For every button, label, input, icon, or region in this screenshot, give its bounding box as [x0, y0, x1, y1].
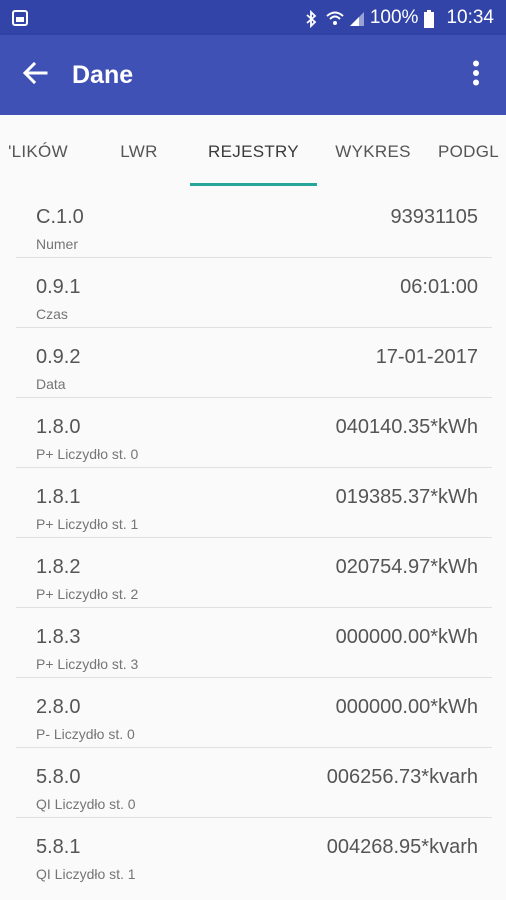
register-value: 006256.73*kvarh — [326, 766, 478, 788]
register-code: 5.8.0 — [36, 766, 81, 788]
register-code: 1.8.1 — [36, 486, 81, 508]
register-description: Czas — [36, 306, 68, 322]
bluetooth-icon — [304, 9, 320, 28]
list-item[interactable]: 0.9.2 Data 17-01-2017 — [16, 328, 492, 398]
register-value: 020754.97*kWh — [335, 556, 478, 578]
register-value: 000000.00*kWh — [335, 696, 478, 718]
battery-percent: 100% — [369, 6, 419, 28]
register-value: 019385.37*kWh — [335, 486, 478, 508]
tab-podglad[interactable]: PODGL — [438, 115, 506, 188]
list-item[interactable]: C.1.0 Numer 93931105 — [16, 188, 492, 258]
tab-bar: 'LIKÓW LWR REJESTRY WYKRES PODGL — [0, 115, 506, 188]
overflow-menu-button[interactable] — [464, 55, 488, 95]
page-title: Dane — [72, 60, 134, 89]
gallery-notification-icon — [12, 9, 28, 26]
list-item[interactable]: 1.8.2 P+ Liczydło st. 2 020754.97*kWh — [16, 538, 492, 608]
register-description: P- Liczydło st. 0 — [36, 726, 135, 742]
tab-rejestry[interactable]: REJESTRY — [190, 115, 317, 188]
register-value: 004268.95*kvarh — [326, 836, 478, 858]
tab-label: LWR — [120, 141, 158, 161]
tab-label: WYKRES — [335, 141, 411, 161]
register-description: Data — [36, 376, 66, 392]
register-description: QI Liczydło st. 1 — [36, 866, 136, 882]
app-bar: Dane — [0, 35, 506, 115]
list-item[interactable]: 1.8.3 P+ Liczydło st. 3 000000.00*kWh — [16, 608, 492, 678]
register-value: 06:01:00 — [400, 276, 478, 298]
list-item[interactable]: 5.8.1 QI Liczydło st. 1 004268.95*kvarh — [16, 818, 492, 888]
tab-pliki[interactable]: 'LIKÓW — [0, 115, 78, 188]
register-value: 93931105 — [390, 206, 479, 228]
register-code: C.1.0 — [36, 206, 84, 228]
register-code: 2.8.0 — [36, 696, 81, 718]
more-vert-icon — [472, 60, 480, 91]
back-button[interactable] — [20, 60, 50, 90]
list-item[interactable]: 2.8.0 P- Liczydło st. 0 000000.00*kWh — [16, 678, 492, 748]
register-code: 0.9.2 — [36, 346, 81, 368]
tab-label: 'LIKÓW — [8, 141, 68, 161]
register-description: QI Liczydło st. 0 — [36, 796, 136, 812]
clock: 10:34 — [446, 6, 494, 28]
register-description: P+ Liczydło st. 1 — [36, 516, 139, 532]
register-value: 040140.35*kWh — [335, 416, 478, 438]
register-description: P+ Liczydło st. 0 — [36, 446, 139, 462]
register-code: 1.8.3 — [36, 626, 81, 648]
register-code: 5.8.1 — [36, 836, 81, 858]
register-code: 1.8.2 — [36, 556, 81, 578]
list-item[interactable]: 1.8.0 P+ Liczydło st. 0 040140.35*kWh — [16, 398, 492, 468]
list-item[interactable]: 1.8.1 P+ Liczydło st. 1 019385.37*kWh — [16, 468, 492, 538]
register-description: P+ Liczydło st. 2 — [36, 586, 139, 602]
tab-lwr[interactable]: LWR — [100, 115, 178, 188]
register-code: 1.8.0 — [36, 416, 81, 438]
list-item[interactable]: 0.9.1 Czas 06:01:00 — [16, 258, 492, 328]
arrow-back-icon — [22, 61, 48, 90]
wifi-icon — [326, 10, 344, 26]
register-value: 000000.00*kWh — [335, 626, 478, 648]
register-value: 17-01-2017 — [375, 346, 478, 368]
register-description: Numer — [36, 236, 79, 252]
battery-icon — [424, 9, 440, 28]
register-list: C.1.0 Numer 93931105 0.9.1 Czas 06:01:00… — [16, 188, 492, 888]
list-item[interactable]: 5.8.0 QI Liczydło st. 0 006256.73*kvarh — [16, 748, 492, 818]
active-tab-indicator — [190, 183, 317, 186]
status-bar: 100% 10:34 — [0, 0, 506, 35]
tab-label: REJESTRY — [208, 141, 299, 161]
tab-wykres[interactable]: WYKRES — [326, 115, 420, 188]
register-description: P+ Liczydło st. 3 — [36, 656, 139, 672]
tab-label: PODGL — [438, 141, 500, 161]
signal-icon — [348, 10, 364, 26]
register-code: 0.9.1 — [36, 276, 81, 298]
